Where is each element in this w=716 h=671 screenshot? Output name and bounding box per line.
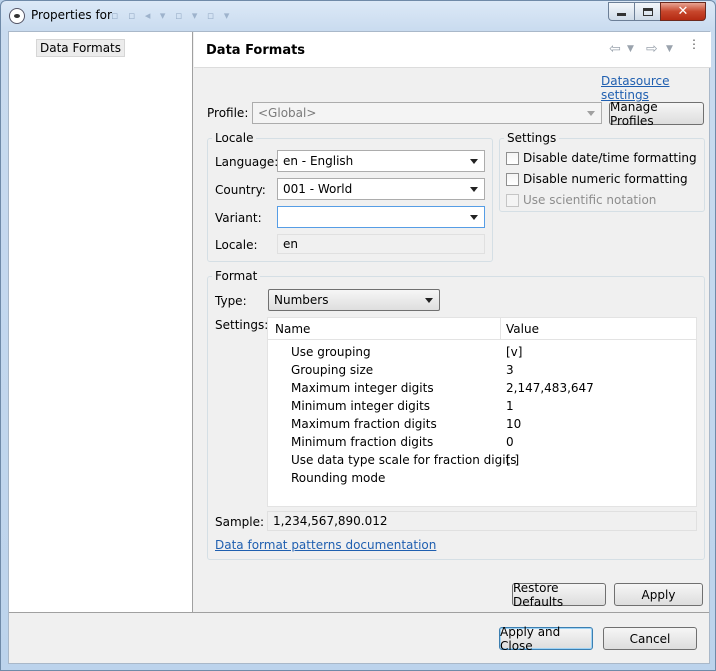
row-name: Grouping size <box>291 363 374 377</box>
column-header-name[interactable]: Name <box>275 322 310 336</box>
chevron-down-icon <box>470 159 478 164</box>
country-select[interactable]: 001 - World <box>277 178 485 200</box>
table-row[interactable]: Minimum fraction digits 0 <box>268 433 696 451</box>
disable-numeric-formatting-checkbox[interactable]: Disable numeric formatting <box>506 172 688 186</box>
row-name: Minimum integer digits <box>291 399 431 413</box>
table-row[interactable]: Rounding mode <box>268 469 696 487</box>
forward-arrow-icon[interactable]: ⇨ <box>646 41 658 57</box>
footer-divider <box>9 612 709 613</box>
checkbox-label: Disable numeric formatting <box>523 172 688 186</box>
title-bar: Properties for ▫ ▫ ◂ ▾ ▫ ▾ ▫ ▾ ✕ <box>1 1 715 31</box>
page-title: Data Formats <box>206 43 306 58</box>
background-toolbar-icons: ▫ ▫ ◂ ▾ ▫ ▾ ▫ ▾ <box>111 9 233 22</box>
datasource-settings-link[interactable]: Datasource settings <box>601 74 709 102</box>
row-name: Maximum fraction digits <box>291 417 437 431</box>
type-select-value: Numbers <box>274 293 329 307</box>
variant-label: Variant: <box>215 211 262 225</box>
row-value[interactable]: 2,147,483,647 <box>506 381 594 395</box>
language-select-value: en - English <box>283 154 354 168</box>
row-value[interactable]: [v] <box>506 345 522 359</box>
table-row[interactable]: Grouping size 3 <box>268 361 696 379</box>
profile-label: Profile: <box>207 106 249 120</box>
chevron-down-icon <box>425 298 433 303</box>
column-separator <box>500 318 501 340</box>
locale-label: Locale: <box>215 238 258 252</box>
dropdown-icon[interactable]: ▼ <box>627 44 634 54</box>
row-name: Maximum integer digits <box>291 381 434 395</box>
format-settings-table: Name Value Use grouping [v] Grouping siz… <box>267 317 697 507</box>
row-name: Use grouping <box>291 345 371 359</box>
country-label: Country: <box>215 183 266 197</box>
settings-label: Settings: <box>215 318 269 332</box>
variant-select[interactable] <box>277 206 485 228</box>
table-row[interactable]: Minimum integer digits 1 <box>268 397 696 415</box>
data-format-docs-link[interactable]: Data format patterns documentation <box>215 538 436 552</box>
page-header: Data Formats ⇦ ▼ ⇨ ▼ ⋮ <box>194 32 711 68</box>
profile-select-value: <Global> <box>258 106 317 120</box>
close-icon: ✕ <box>677 4 689 19</box>
app-icon <box>9 8 25 24</box>
row-value[interactable]: 10 <box>506 417 521 431</box>
checkbox-box[interactable] <box>506 151 519 165</box>
country-select-value: 001 - World <box>283 182 353 196</box>
row-value[interactable]: 3 <box>506 363 514 377</box>
table-row[interactable]: Maximum integer digits 2,147,483,647 <box>268 379 696 397</box>
row-name: Use data type scale for fraction digits <box>291 453 517 467</box>
use-scientific-notation-checkbox: Use scientific notation <box>506 193 656 207</box>
sample-value-field: 1,234,567,890.012 <box>267 511 697 531</box>
row-value[interactable]: [ ] <box>506 453 519 467</box>
dialog-client-area: Data Formats Data Formats ⇦ ▼ ⇨ ▼ ⋮ Data… <box>8 31 711 664</box>
chevron-down-icon <box>587 111 595 116</box>
apply-button[interactable]: Apply <box>614 583 703 606</box>
table-row[interactable]: Use grouping [v] <box>268 343 696 361</box>
apply-and-close-button[interactable]: Apply and Close <box>499 625 593 653</box>
dropdown-icon[interactable]: ▼ <box>666 44 673 54</box>
type-label: Type: <box>215 294 247 308</box>
row-value[interactable]: 1 <box>506 399 514 413</box>
preference-tree: Data Formats <box>9 32 193 612</box>
locale-value-field: en <box>277 234 485 254</box>
maximize-button[interactable] <box>634 2 661 21</box>
settings-group-title: Settings <box>504 131 560 145</box>
back-arrow-icon[interactable]: ⇦ <box>609 41 621 57</box>
profile-select[interactable]: <Global> <box>252 102 602 124</box>
minimize-button[interactable] <box>608 2 635 21</box>
row-name: Minimum fraction digits <box>291 435 434 449</box>
table-header: Name Value <box>268 318 696 340</box>
checkbox-label: Disable date/time formatting <box>523 151 697 165</box>
cancel-button[interactable]: Cancel <box>603 627 697 650</box>
disable-datetime-formatting-checkbox[interactable]: Disable date/time formatting <box>506 151 697 165</box>
type-select[interactable]: Numbers <box>268 289 440 311</box>
manage-profiles-button[interactable]: Manage Profiles <box>609 100 704 128</box>
language-label: Language: <box>215 155 279 169</box>
language-select[interactable]: en - English <box>277 150 485 172</box>
table-row[interactable]: Maximum fraction digits 10 <box>268 415 696 433</box>
row-value[interactable]: 0 <box>506 435 514 449</box>
chevron-down-icon <box>470 187 478 192</box>
window-title: Properties for <box>31 8 112 22</box>
checkbox-box[interactable] <box>506 172 519 186</box>
view-menu-icon[interactable]: ⋮ <box>688 38 700 50</box>
column-header-value[interactable]: Value <box>506 322 539 336</box>
restore-defaults-button[interactable]: Restore Defaults <box>512 581 606 609</box>
format-group-title: Format <box>212 269 261 283</box>
maximize-icon <box>642 7 653 16</box>
row-name: Rounding mode <box>291 471 386 485</box>
table-row[interactable]: Use data type scale for fraction digits … <box>268 451 696 469</box>
close-button[interactable]: ✕ <box>660 2 706 21</box>
checkbox-box <box>506 193 519 207</box>
tree-item-data-formats[interactable]: Data Formats <box>36 39 126 57</box>
locale-group-title: Locale <box>212 131 257 145</box>
minimize-icon <box>617 13 626 16</box>
checkbox-label: Use scientific notation <box>523 193 657 207</box>
sample-label: Sample: <box>215 515 265 529</box>
chevron-down-icon <box>470 215 478 220</box>
properties-window: Properties for ▫ ▫ ◂ ▾ ▫ ▾ ▫ ▾ ✕ Data Fo… <box>0 0 716 671</box>
